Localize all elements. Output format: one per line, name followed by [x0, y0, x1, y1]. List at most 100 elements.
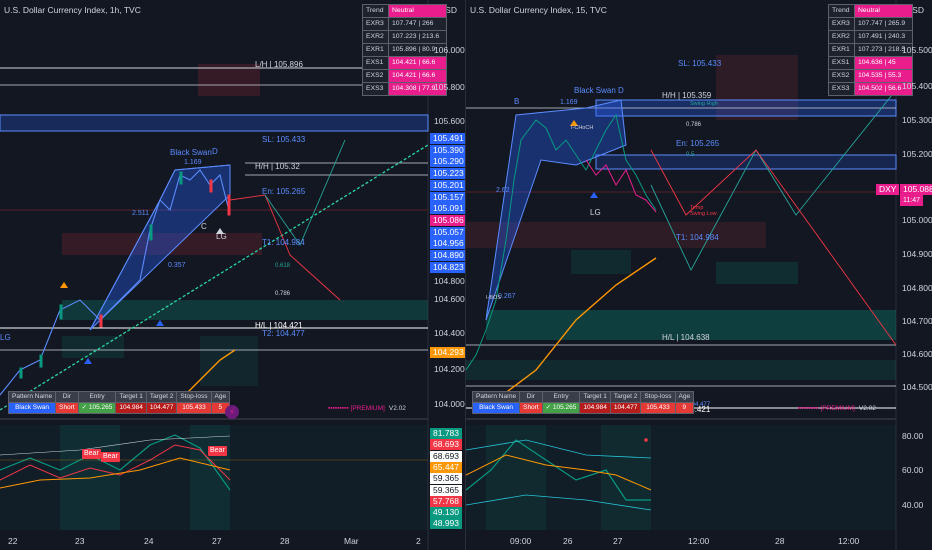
price-axis-label: 105.200 — [902, 149, 932, 159]
price-axis-label: 105.500 — [902, 45, 932, 55]
price-tag: 104.293 — [430, 347, 465, 358]
pattern-name-cell: Black Swan — [7, 402, 57, 414]
pattern-stoploss-cell: 105.433 — [176, 402, 212, 414]
hh-label: H/H | 105.32 — [255, 162, 300, 171]
version-label: V2.02 — [388, 405, 406, 412]
stop-loss-label: SL: 105.433 — [678, 59, 722, 68]
resistance-zone-lower — [595, 154, 897, 170]
left-chart-pane[interactable]: U.S. Dollar Currency Index, 1h, TVC USD … — [0, 0, 466, 550]
time-axis-label: 09:00 — [510, 536, 532, 546]
price-axis-label: 105.300 — [902, 115, 932, 125]
time-axis-label: 24 — [144, 536, 154, 546]
candle — [209, 179, 213, 193]
candle — [149, 224, 153, 241]
ratio-label: 0.357 — [168, 262, 186, 269]
oscillator-zone — [190, 425, 230, 530]
price-tag: 105.091 — [430, 203, 465, 215]
price-axis-label: 105.400 — [902, 81, 932, 91]
trend-value: 107.747 | 265.9 — [854, 17, 913, 31]
trend-key: EXR1 — [828, 43, 855, 57]
time-axis-label: 28 — [775, 536, 785, 546]
time-axis-label: 12:00 — [688, 536, 710, 546]
trend-key: EXS3 — [828, 82, 855, 96]
premium-text: ▪▪▪▪▪▪▪▪▪ [PREMIUM] — [328, 405, 385, 412]
trend-key: EXR3 — [362, 17, 389, 31]
right-chart-pane[interactable]: U.S. Dollar Currency Index, 15, TVC USD … — [466, 0, 932, 550]
trend-value: 107.747 | 266 — [388, 17, 447, 31]
hl-label: H/L | 104.638 — [662, 333, 710, 342]
fib-786-label: 0.786 — [275, 291, 291, 297]
ratio-label: 2.511 — [132, 210, 149, 217]
price-axis-label: 105.000 — [902, 215, 932, 225]
lightning-icon[interactable]: ⚡ — [225, 405, 239, 419]
pattern-header: Pattern Name — [7, 391, 57, 403]
trend-header-value: Neutral — [388, 4, 447, 18]
pattern-target2-cell: 104.477 — [145, 402, 178, 414]
price-tag: 104.956 — [430, 238, 465, 250]
oscillator-axis-label: 40.00 — [902, 500, 924, 510]
pattern-target1-cell: 104.984 — [115, 402, 147, 414]
trend-key: EXR1 — [362, 43, 389, 57]
time-axis-label: 22 — [8, 536, 18, 546]
price-axis-label: 106.000 — [434, 45, 465, 55]
supply-zone-top — [198, 64, 260, 96]
lg-label: LG — [590, 208, 601, 217]
oscillator-tag: 59.365 — [430, 484, 462, 496]
oscillator-tag: 68.693 — [430, 439, 462, 451]
entry-label: En: 105.265 — [262, 187, 306, 196]
trend-key: EXS2 — [362, 69, 389, 83]
price-tag: 105.157 — [430, 191, 465, 203]
triangle-marker — [156, 320, 164, 326]
candle — [227, 194, 231, 216]
price-axis-label: 105.600 — [434, 116, 465, 126]
pattern-header: Target 1 — [115, 391, 147, 403]
pattern-name-cell: Black Swan — [471, 402, 521, 414]
time-axis-label: 2 — [416, 536, 421, 546]
dxy-symbol-tag: DXY — [876, 184, 900, 195]
demand-zone-right — [716, 262, 798, 284]
fib-618-label: 0.618 — [275, 263, 291, 269]
time-axis-label: 26 — [563, 536, 573, 546]
pattern-table: Pattern Name Dir Entry Target 1 Target 2… — [7, 391, 231, 414]
time-axis-label: 27 — [212, 536, 222, 546]
pattern-header: Age — [210, 391, 231, 403]
swing-low-label: Temp Swing Low — [690, 205, 717, 217]
trend-key: EXS1 — [828, 56, 855, 70]
premium-text: ▪▪▪▪▪▪▪▪▪ [PREMIUM] — [798, 405, 855, 412]
trend-value: 107.491 | 240.3 — [854, 30, 913, 44]
candle — [59, 304, 63, 320]
pattern-header: Target 2 — [145, 391, 178, 403]
trend-key: EXR3 — [828, 17, 855, 31]
price-tag: 105.057 — [430, 226, 465, 238]
price-axis-label: 104.600 — [434, 294, 465, 304]
pattern-direction-cell: Short — [55, 402, 79, 414]
oscillator-tag: 59.365 — [430, 473, 462, 485]
pattern-entry-cell: ✓ 105.265 — [541, 402, 581, 414]
chart-title: U.S. Dollar Currency Index, 15, TVC — [470, 5, 607, 15]
trend-header-value: Neutral — [854, 4, 913, 18]
trend-key: EXS1 — [362, 56, 389, 70]
pattern-direction-cell: Short — [519, 402, 543, 414]
trend-value: 104.421 | 66.6 — [388, 56, 447, 70]
price-tag: 105.491 — [430, 133, 465, 144]
price-axis-label: 104.600 — [902, 349, 932, 359]
pattern-header: Age — [674, 391, 695, 403]
lg-label: LG — [0, 333, 11, 342]
version-label: V2.02 — [858, 405, 876, 412]
price-tag: 105.290 — [430, 156, 465, 168]
ratio-label: 1.169 — [560, 99, 578, 106]
time-axis-label: 23 — [75, 536, 85, 546]
time-axis-label: 27 — [613, 536, 623, 546]
pattern-header: Target 1 — [579, 391, 611, 403]
oscillator-tag: 65.447 — [430, 461, 462, 473]
price-tag: 104.890 — [430, 250, 465, 261]
time-axis-label: 12:00 — [838, 536, 860, 546]
swing-high-label: Swing High — [690, 101, 718, 107]
price-tag: 105.223 — [430, 168, 465, 180]
pattern-target2-cell: 104.477 — [609, 402, 642, 414]
target1-label: T1: 104.984 — [676, 233, 719, 242]
price-tag: 105.390 — [430, 144, 465, 156]
time-axis-label: Mar — [344, 536, 359, 546]
bear-signal-badge: Bear — [208, 446, 227, 456]
price-axis-label: 104.800 — [902, 283, 932, 293]
